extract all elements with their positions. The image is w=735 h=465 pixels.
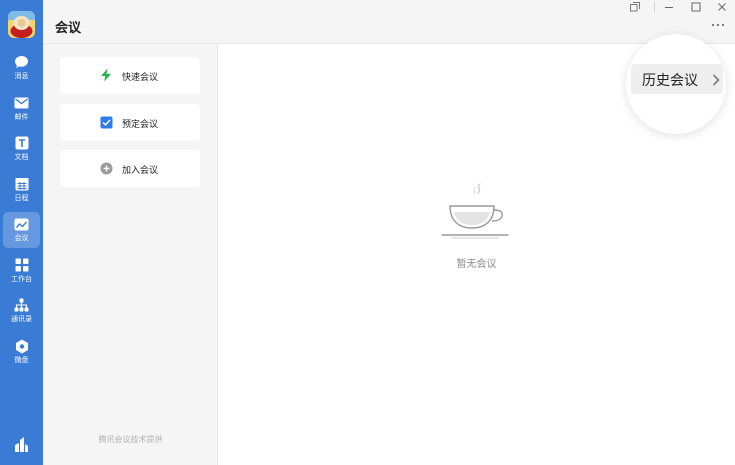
sidebar-item-label: 微盘 [14, 356, 29, 364]
more-options-icon[interactable] [707, 16, 729, 34]
title-separator [654, 2, 655, 12]
sidebar-item-meeting[interactable]: 会议 [3, 212, 40, 248]
sidebar-item-contacts[interactable]: 通讯录 [3, 295, 40, 329]
sidebar-item-label: 通讯录 [11, 315, 32, 323]
contacts-icon [14, 297, 30, 313]
schedule-meeting-label: 预定会议 [122, 120, 159, 130]
join-meeting-label: 加入会议 [122, 166, 159, 176]
sidebar-item-label: 文档 [14, 153, 29, 161]
pin-window-icon[interactable] [624, 0, 646, 14]
calendar-icon [14, 176, 30, 192]
sidebar-item-cloud-disk[interactable]: 微盘 [3, 336, 40, 370]
page-title: 会议 [55, 21, 82, 36]
sidebar-item-messages[interactable]: 消息 [3, 52, 40, 86]
sidebar-item-label: 消息 [14, 72, 29, 80]
plus-circle-icon [98, 160, 114, 176]
maximize-icon[interactable] [685, 0, 707, 14]
history-highlight-bubble: 历史会议 [626, 34, 726, 134]
sidebar-item-label: 日程 [14, 194, 29, 202]
quick-meeting-button[interactable]: 快速会议 [60, 57, 200, 94]
document-icon [14, 135, 30, 151]
cloud-disk-icon [14, 338, 30, 354]
sidebar-item-label: 邮件 [14, 113, 29, 121]
join-meeting-button[interactable]: 加入会议 [60, 150, 200, 187]
chat-bubble-icon [14, 54, 30, 70]
close-icon[interactable] [711, 0, 733, 14]
title-bar: 会议 [43, 0, 735, 44]
history-meetings-button[interactable]: 历史会议 [631, 64, 723, 94]
empty-coffee-cup-icon [440, 179, 510, 244]
checkbox-icon [98, 114, 114, 130]
sidebar-item-calendar[interactable]: 日程 [3, 174, 40, 208]
sidebar-item-label: 工作台 [11, 275, 32, 283]
sidebar-item-mail[interactable]: 邮件 [3, 93, 40, 127]
minimize-icon[interactable] [658, 0, 680, 14]
meeting-icon [14, 216, 30, 232]
history-meetings-label: 历史会议 [642, 73, 698, 89]
quick-meeting-label: 快速会议 [122, 73, 159, 83]
mail-icon [14, 95, 30, 111]
empty-state-text: 暂无会议 [456, 259, 497, 270]
avatar[interactable] [8, 11, 35, 38]
schedule-meeting-button[interactable]: 预定会议 [60, 104, 200, 141]
lightning-icon [98, 67, 114, 83]
workbench-icon [14, 257, 30, 273]
sidebar-item-docs[interactable]: 文档 [3, 133, 40, 167]
sidebar-item-workbench[interactable]: 工作台 [3, 255, 40, 289]
sidebar: 消息 邮件 文档 日程 会议 工作台 通讯录 微盘 [0, 0, 43, 465]
provider-note: 腾讯会议技术提供 [98, 435, 163, 444]
meeting-actions-panel: 快速会议 预定会议 加入会议 腾讯会议技术提供 [43, 44, 218, 465]
sidebar-item-label: 会议 [14, 234, 29, 242]
chevron-right-icon [711, 72, 721, 86]
app-logo-icon[interactable] [13, 436, 30, 453]
